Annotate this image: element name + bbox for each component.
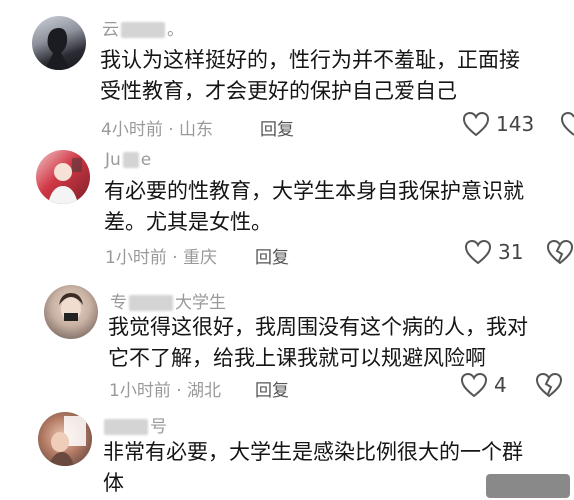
author-name-suffix: 。: [167, 20, 184, 40]
meta-separator: ·: [170, 381, 188, 401]
like-count: 143: [496, 112, 535, 136]
comment-text: 有必要的性教育，大学生本身自我保护意识就 差。尤其是女性。: [104, 176, 524, 238]
comment-author[interactable]: 云。: [102, 15, 184, 40]
like-count: 4: [494, 373, 507, 397]
comment-text-line: 受性教育，才会更好的保护自己爱自己: [100, 79, 457, 103]
avatar[interactable]: [36, 150, 90, 204]
comment-text-line: 我觉得这很好，我周围没有这个病的人，我对: [108, 315, 528, 339]
comment-text: 我觉得这很好，我周围没有这个病的人，我对 它不了解，给我上课我就可以规避风险啊: [108, 312, 528, 374]
broken-heart-icon: [560, 111, 574, 136]
author-name: 云: [102, 20, 119, 40]
avatar-figure-icon: [48, 416, 86, 466]
broken-heart-icon: [546, 239, 574, 265]
redacted-name-block: [121, 22, 165, 38]
comment-text-line: 我认为这样挺好的，性行为并不羞耻，正面接: [100, 48, 520, 72]
avatar[interactable]: [44, 285, 98, 339]
comment-text-line: 有必要的性教育，大学生本身自我保护意识就: [104, 179, 524, 203]
comment-item: 专 大学生 我觉得这很好，我周围没有这个病的人，我对 它不了解，给我上课我就可以规…: [0, 270, 574, 402]
redacted-name-block: [129, 295, 173, 311]
comment-meta: 1小时前 · 重庆: [105, 243, 217, 268]
meta-separator: ·: [162, 120, 180, 140]
heart-icon: [464, 239, 492, 265]
avatar-figure-icon: [45, 28, 71, 70]
comment-text-line: 它不了解，给我上课我就可以规避风险啊: [108, 346, 486, 370]
avatar-figure-icon: [48, 158, 82, 204]
broken-heart-icon: [535, 372, 563, 398]
comment-text-line: 体: [103, 471, 124, 495]
like-button[interactable]: 4: [460, 372, 507, 398]
comment-author[interactable]: 专 大学生: [110, 288, 226, 313]
meta-separator: ·: [166, 248, 184, 268]
avatar-figure-icon: [59, 293, 83, 321]
reply-button[interactable]: 回复: [260, 115, 294, 140]
author-name-suffix: 大学生: [175, 293, 226, 313]
comment-text-line: 差。尤其是女性。: [104, 210, 272, 234]
author-name: Ju: [105, 150, 121, 170]
reply-button[interactable]: 回复: [255, 376, 289, 401]
comment-text-line: 非常有必要，大学生是感染比例很大的一个群: [103, 440, 523, 464]
dislike-button[interactable]: [560, 111, 574, 141]
comment-time: 4小时前: [101, 120, 163, 140]
dislike-button[interactable]: [546, 239, 574, 269]
author-name-suffix: 号: [150, 417, 167, 437]
heart-icon: [460, 372, 488, 398]
avatar[interactable]: [32, 16, 86, 70]
author-name-suffix: e: [140, 150, 152, 170]
comment-time: 1小时前: [105, 248, 167, 268]
comment-text: 我认为这样挺好的，性行为并不羞耻，正面接 受性教育，才会更好的保护自己爱自己: [100, 45, 520, 107]
comment-meta: 1小时前 · 湖北: [109, 376, 221, 401]
comment-time: 1小时前: [109, 381, 171, 401]
comment-meta: 4小时前 · 山东: [101, 115, 213, 140]
watermark-logo: [486, 474, 570, 498]
comment-location: 湖北: [187, 381, 222, 401]
comment-location: 重庆: [183, 248, 218, 268]
comment-author[interactable]: 号: [104, 412, 167, 437]
heart-icon: [462, 111, 490, 137]
like-button[interactable]: 31: [464, 239, 523, 265]
comment-author[interactable]: Ju e: [105, 150, 151, 170]
dislike-button[interactable]: [535, 372, 563, 402]
comment-text: 非常有必要，大学生是感染比例很大的一个群 体: [103, 437, 523, 499]
redacted-name-block: [104, 419, 148, 435]
author-name: 专: [110, 293, 127, 313]
like-count: 31: [498, 240, 524, 264]
avatar[interactable]: [38, 412, 92, 466]
redacted-name-block: [122, 152, 139, 168]
comment-item: 云。 我认为这样挺好的，性行为并不羞耻，正面接 受性教育，才会更好的保护自己爱自…: [0, 0, 574, 140]
like-button[interactable]: 143: [462, 111, 534, 137]
comment-item: Ju e 有必要的性教育，大学生本身自我保护意识就 差。尤其是女性。 1小时前 ·…: [0, 140, 574, 270]
reply-button[interactable]: 回复: [255, 243, 289, 268]
comment-location: 山东: [179, 120, 214, 140]
